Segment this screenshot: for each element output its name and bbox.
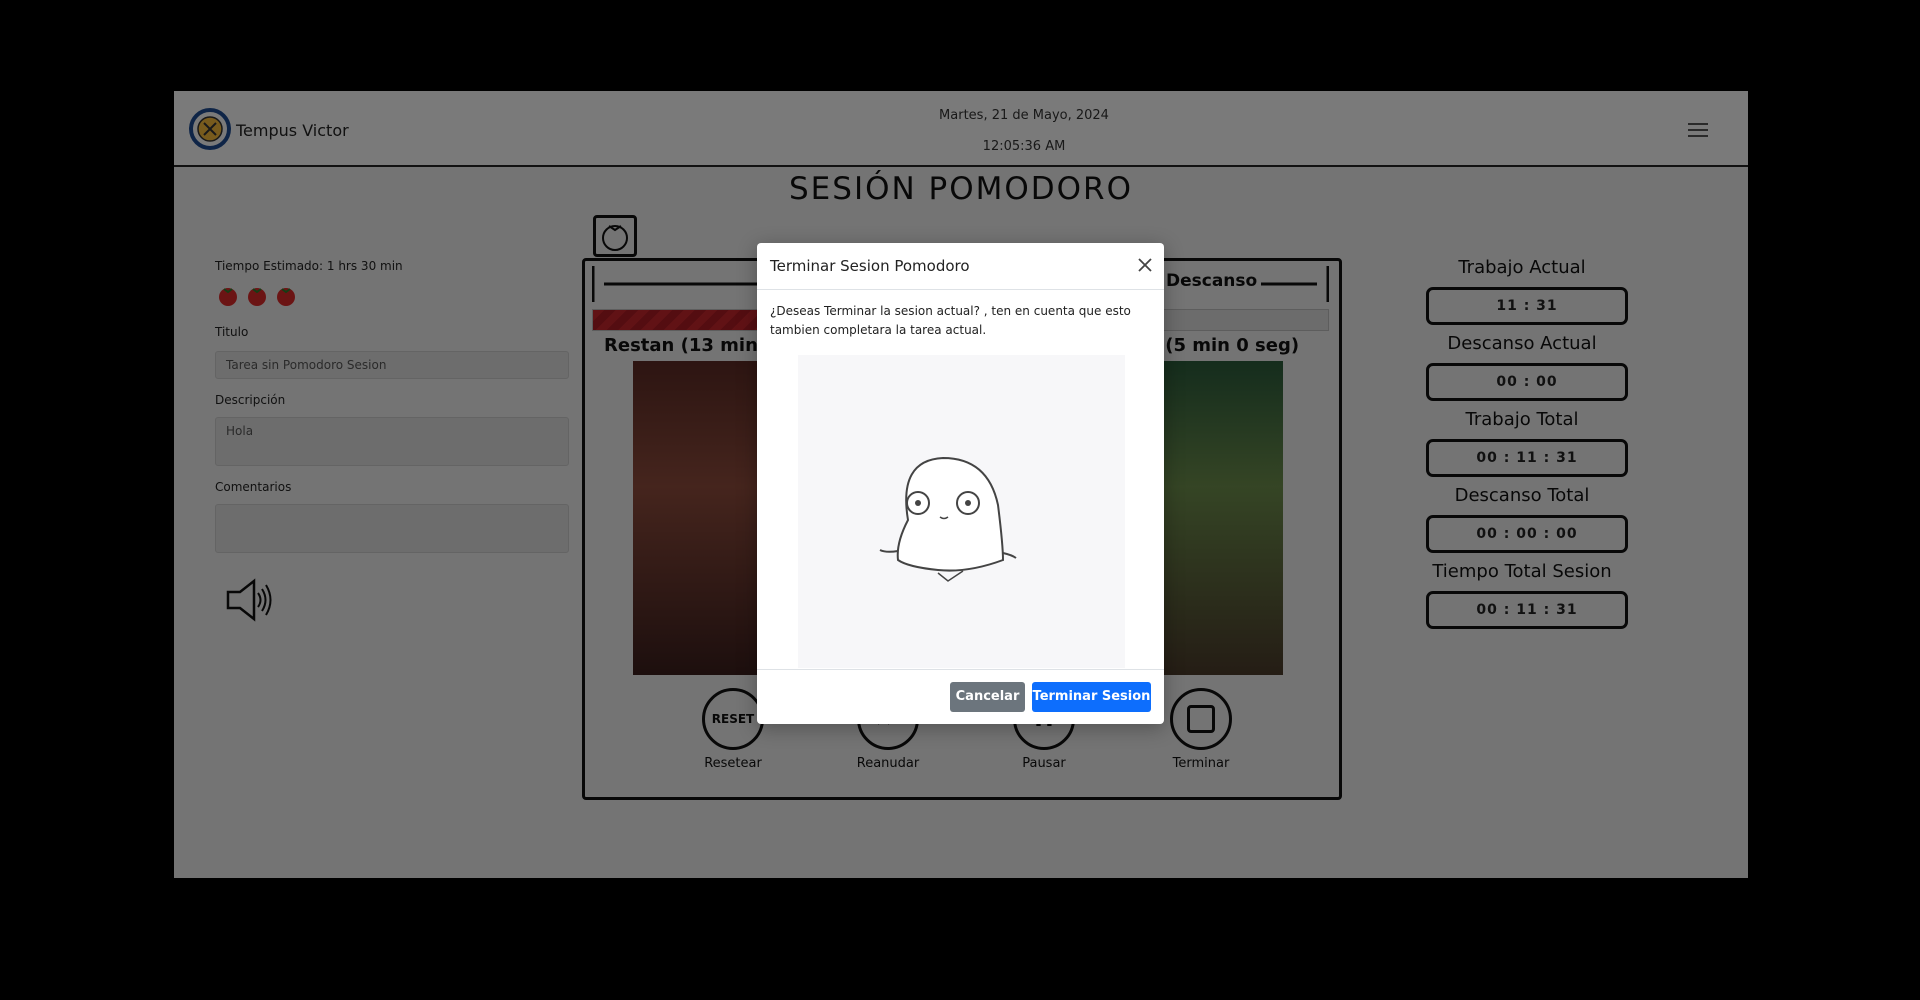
modal-header: Terminar Sesion Pomodoro: [757, 243, 1164, 290]
cancel-button[interactable]: Cancelar: [950, 682, 1025, 712]
ghost-illustration: [798, 355, 1125, 668]
close-icon[interactable]: [1138, 258, 1152, 272]
modal-footer: Cancelar Terminar Sesion: [757, 669, 1164, 724]
confirm-modal: Terminar Sesion Pomodoro ¿Deseas Termina…: [757, 243, 1164, 724]
terminate-session-button[interactable]: Terminar Sesion: [1032, 682, 1151, 712]
ghost-drawing-icon: [879, 456, 1017, 582]
modal-message: ¿Deseas Terminar la sesion actual? , ten…: [770, 304, 1131, 337]
modal-title: Terminar Sesion Pomodoro: [770, 257, 970, 275]
